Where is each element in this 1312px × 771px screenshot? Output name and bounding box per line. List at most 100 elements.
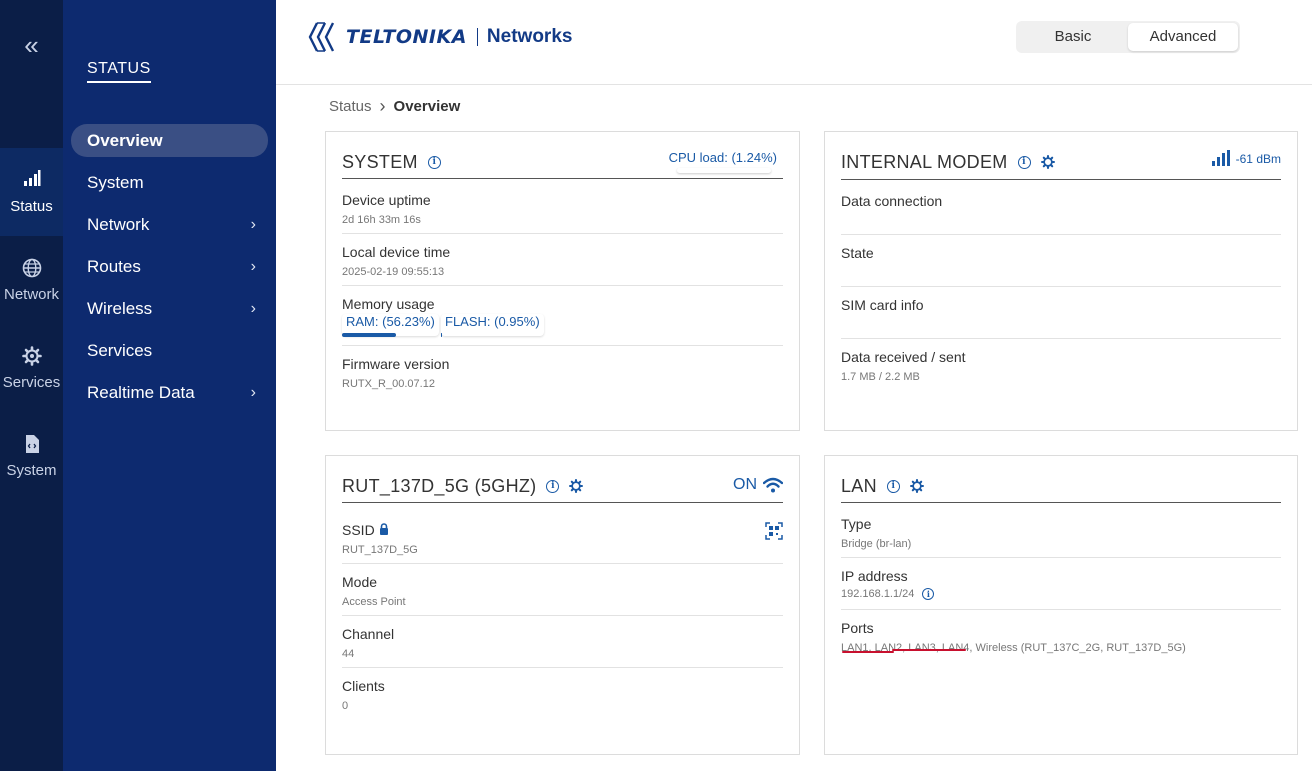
menu-item-wireless[interactable]: Wireless › xyxy=(71,292,268,325)
channel-label: Channel xyxy=(342,626,395,642)
memory-label: Memory usage xyxy=(342,296,435,312)
card-title: INTERNAL MODEM i xyxy=(841,150,1055,174)
menu-item-label: Wireless xyxy=(87,299,153,318)
mode-basic-button[interactable]: Basic xyxy=(1018,23,1128,51)
rail-item-system[interactable]: System xyxy=(0,412,63,500)
type-row: Type Bridge (br-lan) xyxy=(841,506,1281,558)
ports-label: Ports xyxy=(841,620,874,636)
chevron-right-icon: › xyxy=(250,216,256,233)
menu-item-label: Services xyxy=(87,341,153,360)
logo-divider xyxy=(476,28,478,46)
wireless-5ghz-card: RUT_137D_5G (5GHZ) i ON SSID RUT_137D_5G… xyxy=(325,455,800,755)
menu-item-services[interactable]: Services xyxy=(71,334,268,367)
ram-usage-text: RAM: (56.23%) xyxy=(346,314,435,329)
chevron-right-icon: › xyxy=(250,300,256,317)
type-label: Type xyxy=(841,516,872,532)
menu-item-label: System xyxy=(87,173,144,192)
teltonika-mark-icon xyxy=(308,22,335,52)
rail-item-services[interactable]: Services xyxy=(0,324,63,412)
collapse-sidebar-button[interactable]: « xyxy=(0,30,63,60)
menu-item-label: Routes xyxy=(87,257,141,276)
brand-name: TELTONIKA xyxy=(346,26,467,48)
ip-address-label: IP address xyxy=(841,568,908,584)
ssid-row: SSID RUT_137D_5G xyxy=(342,512,783,564)
data-transfer-value: 1.7 MB / 2.2 MB xyxy=(841,371,920,383)
menu-item-network[interactable]: Network › xyxy=(71,208,268,241)
menu-item-realtime-data[interactable]: Realtime Data › xyxy=(71,376,268,409)
breadcrumb-root[interactable]: Status xyxy=(329,98,372,115)
info-icon[interactable]: i xyxy=(546,479,560,493)
data-transfer-label: Data received / sent xyxy=(841,349,966,365)
rail-item-status[interactable]: Status xyxy=(0,148,63,236)
breadcrumb-current: Overview xyxy=(393,98,461,115)
info-icon[interactable]: i xyxy=(886,479,900,493)
lan-card: LAN i Type Bridge (br-lan) IP address 19… xyxy=(824,455,1298,755)
uptime-label: Device uptime xyxy=(342,192,431,208)
annotation-underline xyxy=(892,649,966,651)
ssid-value: RUT_137D_5G xyxy=(342,544,418,556)
mode-value: Access Point xyxy=(342,596,406,608)
signal-strength: -61 dBm xyxy=(1211,150,1281,166)
rail-item-label: System xyxy=(6,462,57,479)
ssid-label-wrap: SSID xyxy=(342,522,389,538)
mode-advanced-button[interactable]: Advanced xyxy=(1128,23,1238,51)
cpu-load-bar xyxy=(677,168,771,173)
channel-value: 44 xyxy=(342,648,355,660)
card-title: SYSTEM i xyxy=(342,150,441,174)
menu-item-system[interactable]: System xyxy=(71,166,268,199)
menu-heading: STATUS xyxy=(87,60,151,83)
mode-row: Mode Access Point xyxy=(342,564,783,616)
teltonika-logo[interactable]: TELTONIKA Networks xyxy=(308,20,572,54)
modem-title: INTERNAL MODEM xyxy=(841,151,1008,172)
lan-title: LAN xyxy=(841,475,877,496)
ports-row: Ports LAN1, LAN2, LAN3, LAN4, Wireless (… xyxy=(841,610,1281,662)
qr-code-icon[interactable] xyxy=(765,522,783,545)
memory-row: Memory usage RAM: (56.23%) FLASH: (0.95%… xyxy=(342,286,783,346)
info-icon[interactable]: i xyxy=(1017,155,1031,169)
ram-usage-bar xyxy=(342,333,397,337)
flash-usage-text: FLASH: (0.95%) xyxy=(445,314,540,329)
ip-address-value: 192.168.1.1/24 xyxy=(841,588,915,600)
local-time-value: 2025-02-19 09:55:13 xyxy=(342,266,445,278)
ip-address-row: IP address 192.168.1.1/24 i xyxy=(841,558,1281,610)
menu-item-label: Realtime Data xyxy=(87,383,195,402)
sim-info-row: SIM card info xyxy=(841,287,1281,339)
breadcrumb: Status › Overview xyxy=(329,96,460,117)
info-icon[interactable]: i xyxy=(427,155,441,169)
wifi-status: ON xyxy=(733,476,783,494)
rail-item-label: Services xyxy=(2,374,61,391)
signal-value: -61 dBm xyxy=(1235,152,1281,166)
annotation-underline xyxy=(842,651,894,653)
info-icon[interactable]: i xyxy=(922,588,935,600)
menu-item-routes[interactable]: Routes › xyxy=(71,250,268,283)
firmware-label: Firmware version xyxy=(342,356,450,372)
state-label: State xyxy=(841,245,874,261)
menu-item-overview[interactable]: Overview xyxy=(71,124,268,157)
local-time-label: Local device time xyxy=(342,244,451,260)
settings-gear-icon[interactable] xyxy=(569,479,584,493)
title-divider xyxy=(841,179,1281,180)
gear-icon xyxy=(0,346,63,368)
icon-rail: « Status Network Services System xyxy=(0,0,63,771)
card-title: RUT_137D_5G (5GHZ) i xyxy=(342,474,584,498)
sim-info-label: SIM card info xyxy=(841,297,924,313)
settings-gear-icon[interactable] xyxy=(1040,155,1055,169)
uptime-row: Device uptime 2d 16h 33m 16s xyxy=(342,182,783,234)
title-divider xyxy=(841,502,1281,503)
state-row: State xyxy=(841,235,1281,287)
wifi-icon xyxy=(763,477,783,493)
title-divider xyxy=(342,502,783,503)
clients-row: Clients 0 xyxy=(342,668,783,720)
data-transfer-row: Data received / sent 1.7 MB / 2.2 MB xyxy=(841,339,1281,391)
settings-gear-icon[interactable] xyxy=(909,479,924,493)
ram-usage: RAM: (56.23%) xyxy=(342,314,439,337)
globe-icon xyxy=(0,258,63,280)
clients-value: 0 xyxy=(342,700,349,712)
firmware-row: Firmware version RUTX_R_00.07.12 xyxy=(342,346,783,398)
top-header: TELTONIKA Networks Basic Advanced xyxy=(276,0,1312,85)
rail-item-network[interactable]: Network xyxy=(0,236,63,324)
system-file-icon xyxy=(0,434,63,456)
brand-suffix: Networks xyxy=(486,26,573,47)
chevron-right-icon: › xyxy=(250,384,256,401)
rail-item-label: Status xyxy=(10,198,53,215)
